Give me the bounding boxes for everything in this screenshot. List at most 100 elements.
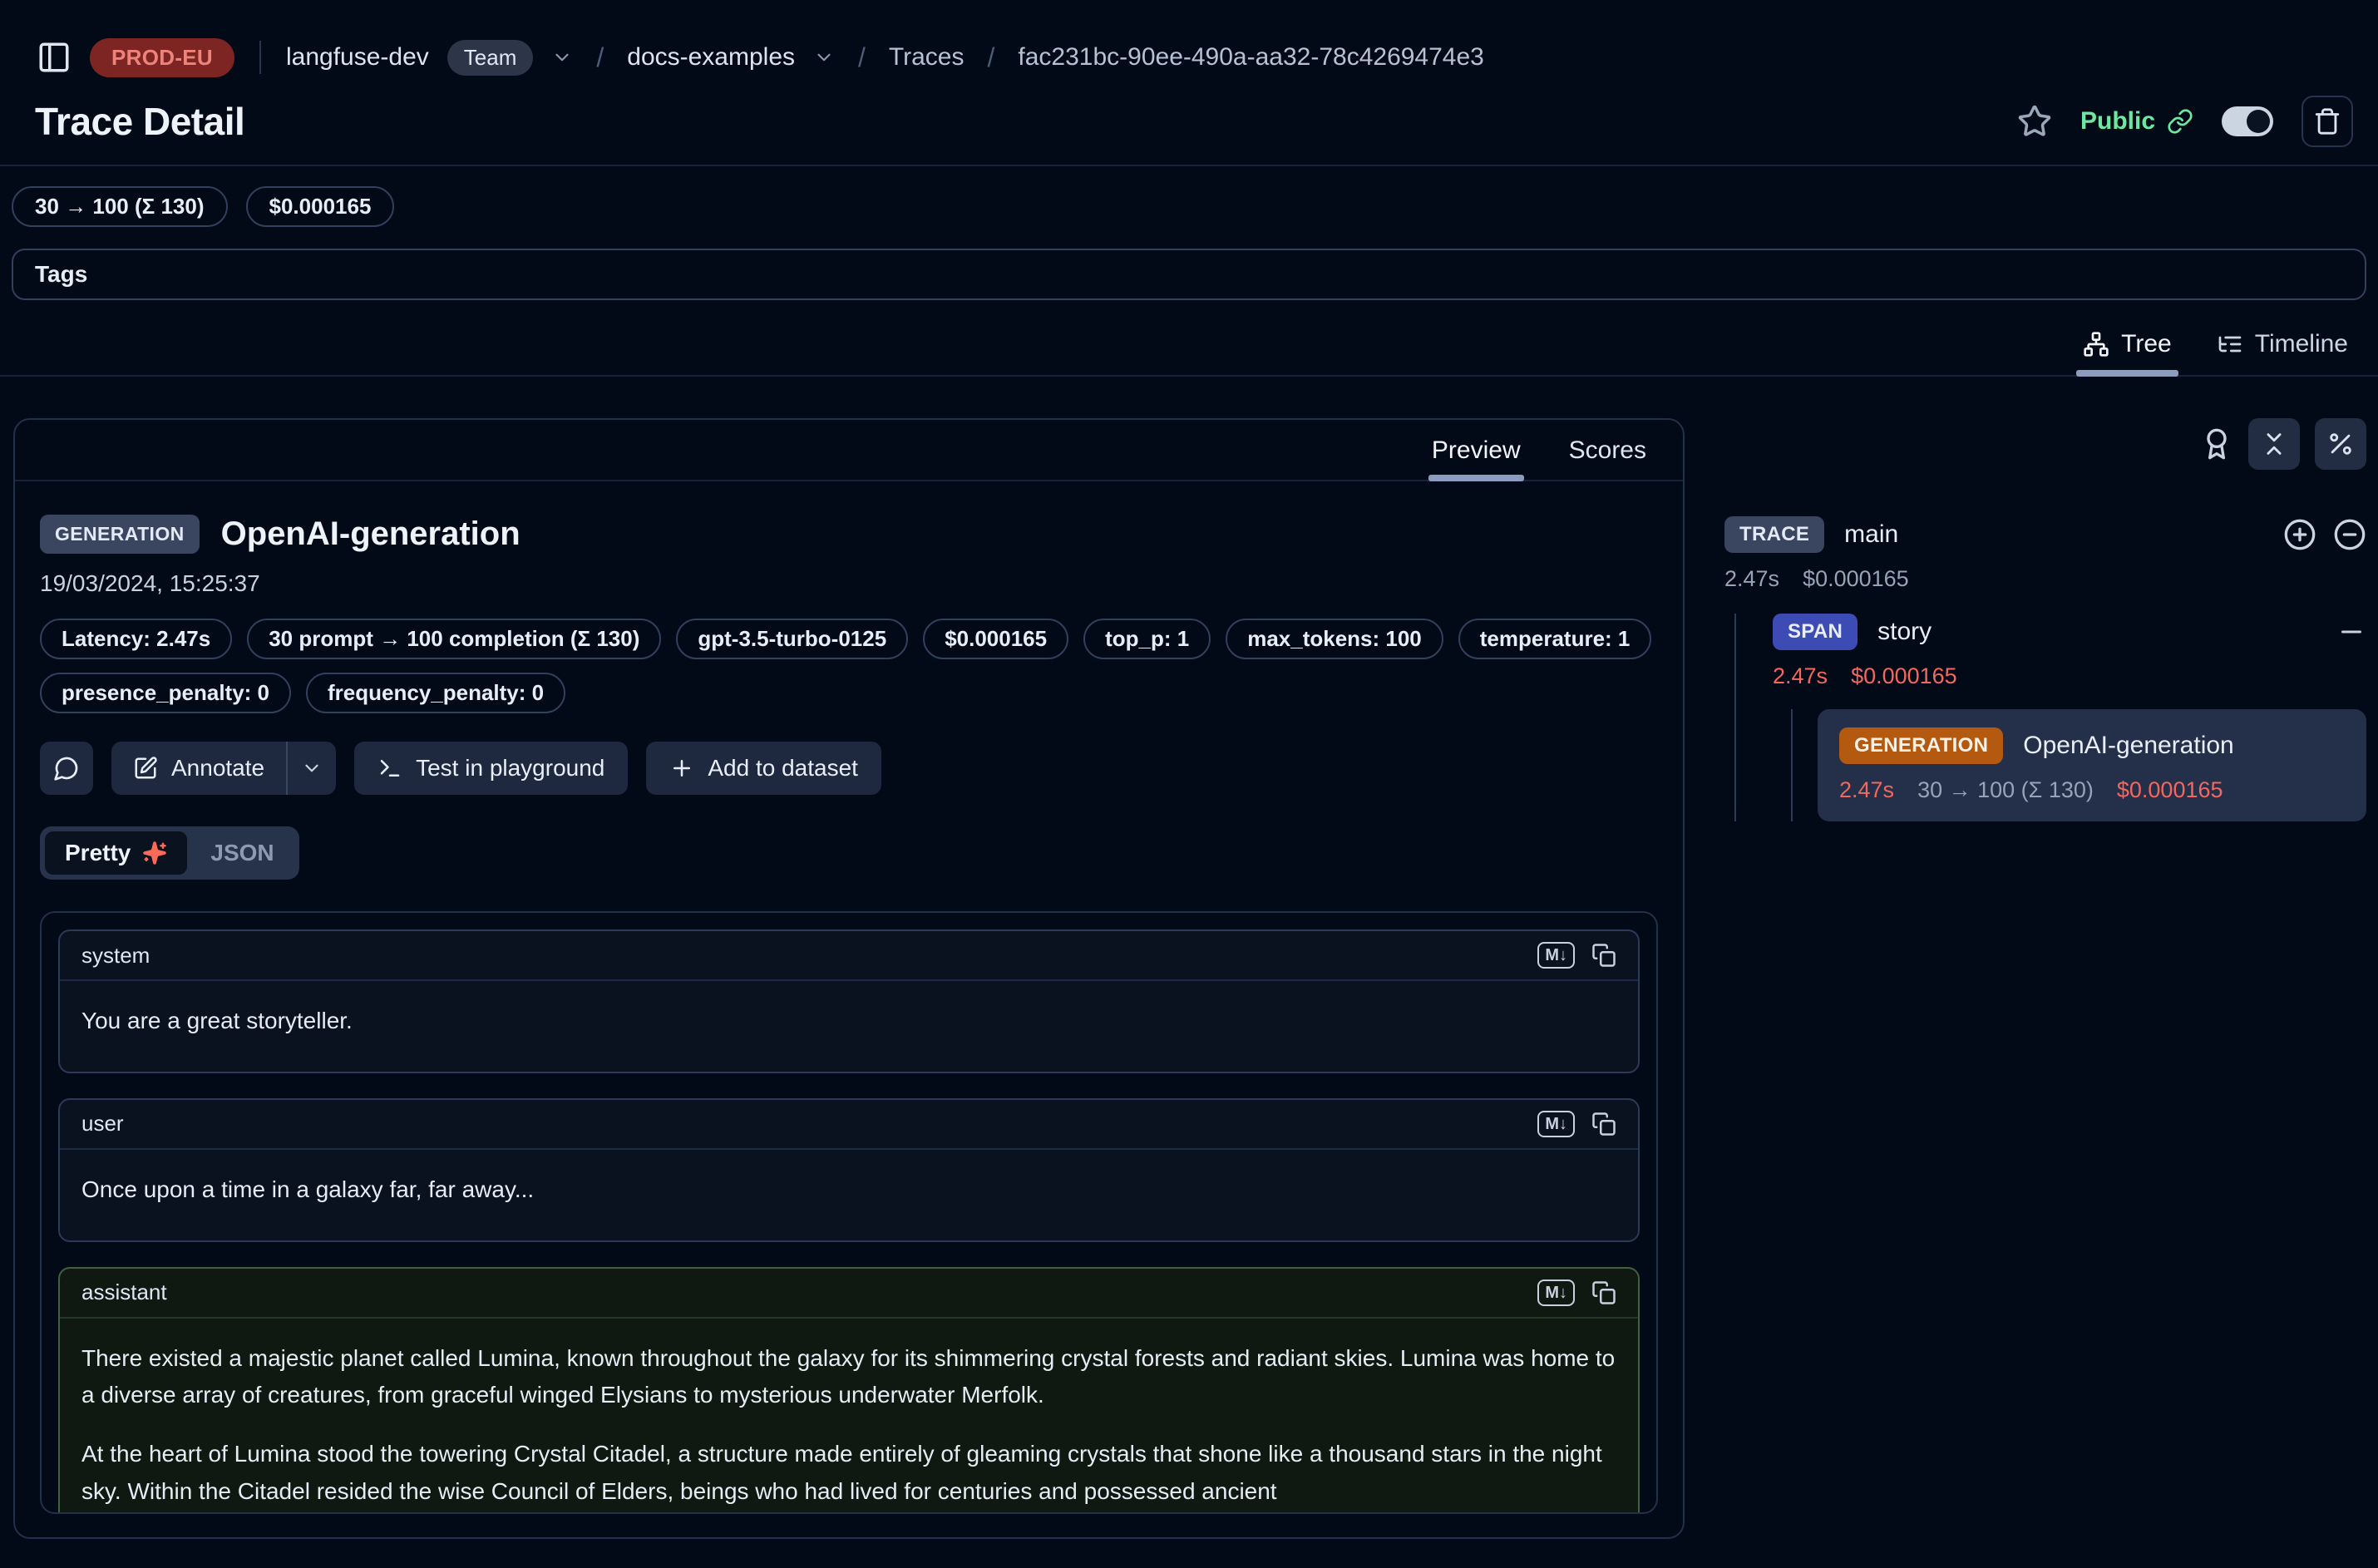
project-name[interactable]: docs-examples (627, 43, 795, 71)
plus-icon (669, 756, 694, 781)
terminal-icon (377, 756, 402, 781)
copy-button[interactable] (1591, 943, 1616, 968)
org-name[interactable]: langfuse-dev (286, 43, 429, 71)
comment-button[interactable] (40, 742, 93, 795)
chevron-down-icon (301, 757, 323, 779)
span-latency: 2.47s (1773, 663, 1828, 689)
message-content: You are a great storyteller. (60, 981, 1638, 1072)
markdown-toggle-icon[interactable]: M↓ (1537, 1280, 1575, 1306)
public-toggle[interactable] (2222, 106, 2273, 136)
environment-badge: PROD-EU (90, 38, 234, 77)
tree-node-span[interactable]: SPAN story (1773, 614, 2366, 650)
add-to-dataset-button[interactable]: Add to dataset (646, 742, 881, 795)
max-tokens-badge: max_tokens: 100 (1226, 619, 1443, 659)
network-tree-icon (2083, 331, 2109, 357)
annotate-button[interactable]: Annotate (111, 742, 286, 795)
public-share-link[interactable]: Public (2080, 107, 2193, 136)
latency-badge: Latency: 2.47s (40, 619, 232, 659)
generation-cost: $0.000165 (2117, 777, 2223, 803)
plus-circle-icon (2283, 518, 2316, 551)
observation-preview-card: Preview Scores GENERATION OpenAI-generat… (13, 418, 1685, 1539)
copy-button[interactable] (1591, 1112, 1616, 1137)
model-badge: gpt-3.5-turbo-0125 (676, 619, 908, 659)
trace-children: SPAN story 2.47s $0.000165 (1734, 614, 2366, 821)
annotate-dropdown-button[interactable] (288, 742, 336, 795)
assistant-paragraph: At the heart of Lumina stood the towerin… (81, 1436, 1616, 1511)
tab-timeline-label: Timeline (2255, 330, 2348, 358)
pretty-toggle-option[interactable]: Pretty (45, 831, 187, 875)
message-panel-system: system M↓ You are a great storytelle (58, 929, 1640, 1073)
message-content: Once upon a time in a galaxy far, far aw… (60, 1150, 1638, 1240)
span-name: story (1877, 618, 1932, 646)
generation-name: OpenAI-generation (2023, 732, 2234, 760)
breadcrumb-slash: / (983, 42, 1000, 73)
frequency-penalty-badge: frequency_penalty: 0 (306, 673, 565, 713)
cost-badge: $0.000165 (923, 619, 1068, 659)
view-mode-tabs: Tree Timeline (0, 323, 2378, 377)
project-switcher-chevron-icon[interactable] (813, 47, 835, 68)
list-tree-icon (2217, 331, 2243, 357)
tab-tree[interactable]: Tree (2065, 323, 2190, 375)
delete-trace-button[interactable] (2302, 96, 2353, 147)
markdown-toggle-icon[interactable]: M↓ (1537, 942, 1575, 969)
metrics-heatmap-button[interactable] (2315, 418, 2366, 470)
presence-penalty-badge: presence_penalty: 0 (40, 673, 291, 713)
span-children: GENERATION OpenAI-generation 2.47s 30 → … (1791, 709, 2366, 821)
traces-link[interactable]: Traces (889, 43, 965, 71)
trace-tree: TRACE main (1724, 516, 2366, 821)
json-toggle-option[interactable]: JSON (190, 831, 294, 875)
chevrons-down-up-icon (2260, 430, 2288, 458)
test-in-playground-button[interactable]: Test in playground (354, 742, 628, 795)
message-panel-assistant: assistant M↓ There ex (58, 1267, 1640, 1514)
markdown-toggle-icon[interactable]: M↓ (1537, 1111, 1575, 1137)
tree-node-trace[interactable]: TRACE main (1724, 516, 2366, 553)
panel-tabs: Preview Scores (15, 420, 1683, 481)
sparkles-icon (142, 841, 167, 865)
panel-left-icon (37, 40, 72, 75)
trace-name: main (1844, 520, 1898, 549)
tree-node-generation-selected[interactable]: GENERATION OpenAI-generation 2.47s 30 → … (1818, 709, 2366, 821)
copy-icon (1591, 943, 1616, 968)
copy-icon (1591, 1112, 1616, 1137)
sidebar-toggle-button[interactable] (37, 40, 72, 75)
collapse-node-button[interactable] (2336, 617, 2366, 647)
top-p-badge: top_p: 1 (1083, 619, 1211, 659)
messages-container: system M↓ You are a great storytelle (40, 911, 1658, 1514)
org-switcher-chevron-icon[interactable] (551, 47, 573, 68)
breadcrumb-slash: / (591, 42, 609, 73)
collapse-all-button[interactable] (2248, 418, 2300, 470)
tab-timeline[interactable]: Timeline (2198, 323, 2366, 375)
trace-badge: TRACE (1724, 516, 1824, 553)
comment-bubble-icon (53, 755, 80, 782)
trace-id: fac231bc-90ee-490a-aa32-78c4269474e3 (1018, 43, 1483, 71)
scores-award-button[interactable] (2200, 427, 2233, 461)
message-content: There existed a majestic planet called L… (60, 1319, 1638, 1514)
breadcrumb-slash: / (853, 42, 871, 73)
public-label: Public (2080, 107, 2155, 136)
observation-name: OpenAI-generation (221, 515, 520, 553)
copy-button[interactable] (1591, 1280, 1616, 1305)
token-usage-badge: 30 → 100 (Σ 130) (12, 186, 228, 227)
message-role: assistant (81, 1280, 167, 1305)
message-role: user (81, 1111, 124, 1137)
tags-box[interactable]: Tags (12, 249, 2366, 300)
collapse-tree-button[interactable] (2333, 518, 2366, 551)
tab-preview[interactable]: Preview (1410, 431, 1542, 480)
generation-latency: 2.47s (1839, 777, 1894, 803)
generation-usage: 30 → 100 (Σ 130) (1917, 777, 2094, 803)
expand-all-button[interactable] (2283, 518, 2316, 551)
total-cost-badge: $0.000165 (246, 186, 395, 227)
message-role: system (81, 943, 150, 969)
trace-cost: $0.000165 (1803, 566, 1909, 592)
star-icon (2017, 104, 2052, 139)
tab-scores[interactable]: Scores (1547, 431, 1668, 480)
tab-tree-label: Tree (2121, 330, 2172, 358)
pretty-label: Pretty (65, 840, 131, 866)
generation-badge: GENERATION (1839, 727, 2003, 764)
format-toggle: Pretty JSON (40, 826, 299, 880)
bookmark-star-button[interactable] (2017, 104, 2052, 139)
page-title: Trace Detail (35, 99, 244, 144)
minus-circle-icon (2333, 518, 2366, 551)
award-icon (2200, 427, 2233, 461)
generation-type-badge: GENERATION (40, 515, 200, 554)
